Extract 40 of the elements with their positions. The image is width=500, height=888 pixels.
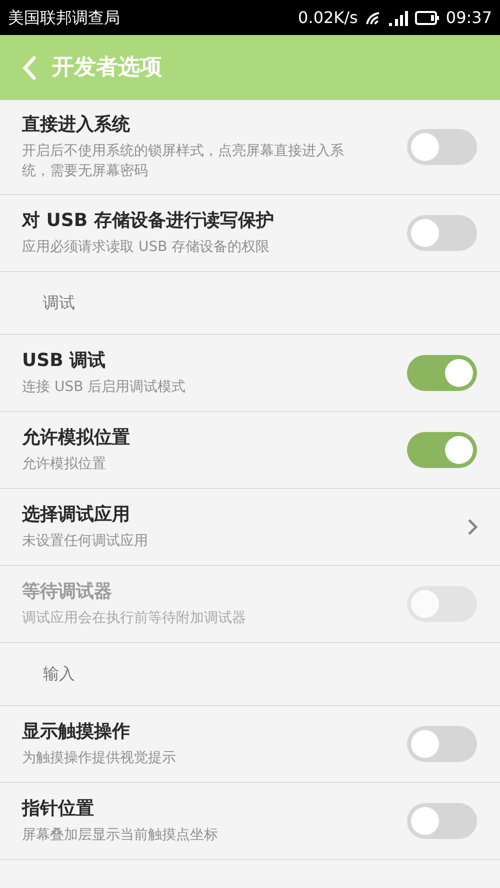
signal-icon [388,10,408,26]
item-title: 选择调试应用 [22,503,131,527]
item-description: 允许模拟位置 [22,455,107,474]
wifi-icon [364,10,381,24]
item-description: 屏幕叠加层显示当前触摸点坐标 [22,826,218,845]
item-description: 未设置任何调试应用 [22,532,148,551]
item-title: 直接进入系统 [22,113,131,137]
carrier-name: 美国联邦调查局 [8,6,120,28]
item-title: 显示触摸操作 [22,720,131,744]
item-description: 开启后不使用系统的锁屏样式，点亮屏幕直接进入系统，需要无屏幕密码 [22,142,345,181]
settings-item[interactable]: 显示触摸操作 为触摸操作提供视觉提示 [0,706,500,783]
item-description: 应用必须请求读取 USB 存储设备的权限 [22,238,271,257]
section-heading: 输入 [43,663,75,685]
item-title: USB 调试 [22,349,107,373]
item-title: 允许模拟位置 [22,426,130,450]
clock: 09:37 [446,6,492,28]
item-description: 调试应用会在执行前等待附加调试器 [22,609,246,628]
toggle-switch[interactable] [407,726,477,762]
back-icon[interactable] [22,56,36,80]
toggle-switch[interactable] [407,355,477,391]
settings-item[interactable]: 选择调试应用 未设置任何调试应用 [0,489,500,566]
toggle-switch[interactable] [407,803,477,839]
item-title: 等待调试器 [22,580,113,604]
item-title: 对 USB 存储设备进行读写保护 [22,209,274,233]
toggle-switch[interactable] [407,129,477,165]
item-title: 指针位置 [22,797,95,821]
toggle-switch[interactable] [407,215,477,251]
page-title: 开发者选项 [52,54,162,82]
toggle-switch[interactable] [407,432,477,468]
item-description: 为触摸操作提供视觉提示 [22,749,176,768]
battery-icon [414,10,439,24]
network-speed: 0.02K/s [298,6,358,28]
item-description: 连接 USB 后启用调试模式 [22,378,186,397]
chevron-right-icon [467,518,479,536]
settings-item[interactable]: 对 USB 存储设备进行读写保护 应用必须请求读取 USB 存储设备的权限 [0,195,500,272]
settings-item[interactable]: 直接进入系统 开启后不使用系统的锁屏样式，点亮屏幕直接进入系统，需要无屏幕密码 [0,100,500,195]
settings-item[interactable]: 允许模拟位置 允许模拟位置 [0,412,500,489]
settings-item[interactable]: 指针位置 屏幕叠加层显示当前触摸点坐标 [0,783,500,860]
settings-item[interactable]: USB 调试 连接 USB 后启用调试模式 [0,335,500,412]
section-heading: 调试 [43,292,75,314]
